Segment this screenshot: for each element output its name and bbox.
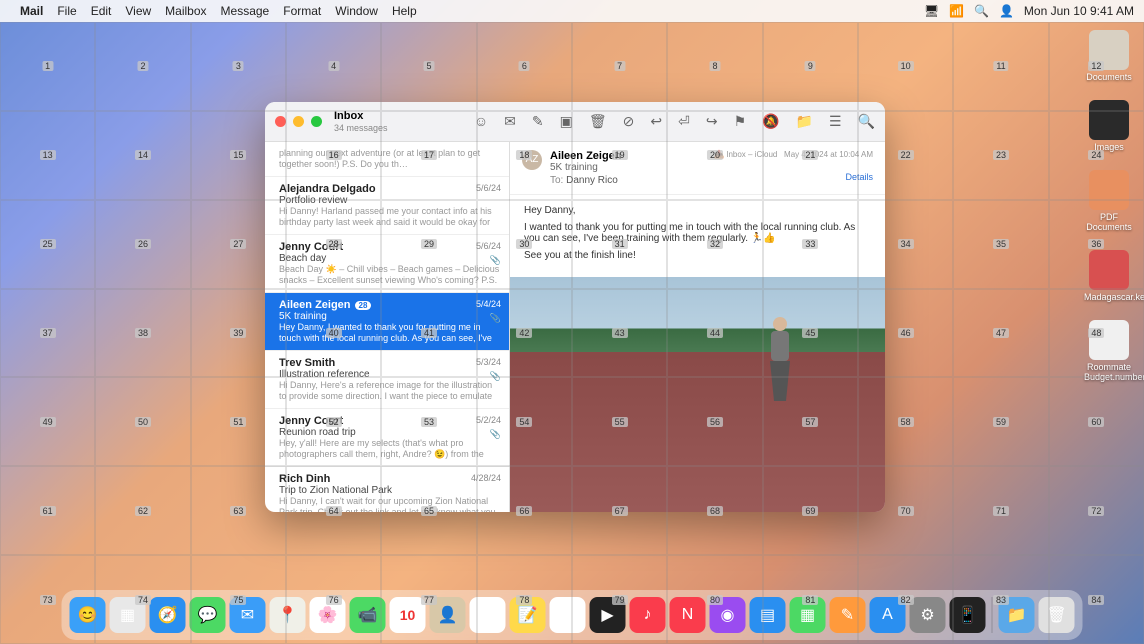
reader-image-attachment[interactable]	[510, 277, 885, 512]
dock-music[interactable]: ♪	[630, 597, 666, 633]
dock-reminders[interactable]: ☰	[470, 597, 506, 633]
menubar-status-icon[interactable]: 👤	[999, 4, 1014, 18]
desktop-item[interactable]: Images	[1084, 100, 1134, 152]
reader-pane: AZ Aileen Zeigen 5K training To: Danny R…	[510, 142, 885, 512]
mute-icon[interactable]: 🔕	[762, 113, 779, 130]
filter-icon[interactable]: ☰	[829, 113, 842, 130]
reader-header: AZ Aileen Zeigen 5K training To: Danny R…	[510, 142, 885, 195]
dock-freeform[interactable]: ✏	[550, 597, 586, 633]
dock-downloads[interactable]: 📁	[999, 597, 1035, 633]
message-row[interactable]: Alejandra Delgado5/6/24Portfolio reviewH…	[265, 177, 509, 235]
dock-news[interactable]: N	[670, 597, 706, 633]
reader-folder: 📥 Inbox – iCloud	[714, 150, 777, 159]
desktop-item[interactable]: Documents	[1084, 30, 1134, 82]
desktop-item[interactable]: Roommate Budget.numbers	[1084, 320, 1134, 382]
message-row[interactable]: Aileen Zeigen285/4/245K trainingHey Dann…	[265, 293, 509, 351]
dock-photos[interactable]: 🌸	[310, 597, 346, 633]
dock-finder[interactable]: 😊	[70, 597, 106, 633]
menubar-status-icon[interactable]: 🖥	[924, 4, 939, 18]
forward-icon[interactable]: ↪	[706, 113, 718, 130]
desktop-icons: Documents Images PDF Documents Madagascar.k…	[1084, 30, 1134, 382]
dock-iphone[interactable]: 📱	[950, 597, 986, 633]
dock-messages[interactable]: 💬	[190, 597, 226, 633]
menubar-status-icon[interactable]: 🔍	[974, 4, 989, 18]
titlebar: Inbox 34 messages ☺ ✉ ✎ ▣ 🗑 ⊘ ↩ ⏎ ↪ ⚑ 🔕 📁 ☰ 🔍	[265, 102, 885, 142]
dock-contacts[interactable]: 👤	[430, 597, 466, 633]
reader-paragraph: I wanted to thank you for putting me in …	[524, 222, 871, 244]
dock-launchpad[interactable]: ▦	[110, 597, 146, 633]
menubar-status-icon[interactable]: 📶	[949, 4, 964, 18]
message-row[interactable]: Jenny Court5/6/24Beach dayBeach Day ☀️ –…	[265, 235, 509, 293]
minimize-button[interactable]	[293, 116, 304, 127]
menu-file[interactable]: File	[57, 4, 76, 18]
menu-help[interactable]: Help	[392, 4, 417, 18]
dock-settings[interactable]: ⚙	[910, 597, 946, 633]
dock-pages[interactable]: ✎	[830, 597, 866, 633]
move-icon[interactable]: 📁	[796, 113, 813, 130]
message-row[interactable]: Jenny Court5/2/24Reunion road tripHey, y…	[265, 409, 509, 467]
app-menu[interactable]: Mail	[20, 4, 43, 18]
reader-paragraph: Hey Danny,	[524, 205, 871, 216]
dock: 😊▦🧭💬✉📍🌸📹10👤☰📝✏▶♪N◉▤▦✎A⚙📱📁🗑	[62, 590, 1083, 640]
reply-all-icon[interactable]: ⏎	[678, 113, 690, 130]
dock-safari[interactable]: 🧭	[150, 597, 186, 633]
reply-icon[interactable]: ↩	[650, 113, 662, 130]
details-link[interactable]: Details	[845, 172, 873, 182]
reader-subject: 5K training	[550, 162, 873, 173]
message-row[interactable]: Rich Dinh4/28/24Trip to Zion National Pa…	[265, 467, 509, 512]
menubar: Mail File Edit View Mailbox Message Format Win…	[0, 0, 1144, 22]
envelope-icon[interactable]: ✉	[504, 113, 516, 130]
desktop-item[interactable]: PDF Documents	[1084, 170, 1134, 232]
archive-icon[interactable]: ▣	[560, 113, 573, 130]
dock-tv[interactable]: ▶	[590, 597, 626, 633]
menu-edit[interactable]: Edit	[91, 4, 112, 18]
dock-podcasts[interactable]: ◉	[710, 597, 746, 633]
dock-appstore[interactable]: A	[870, 597, 906, 633]
dock-calendar[interactable]: 10	[390, 597, 426, 633]
close-button[interactable]	[275, 116, 286, 127]
message-row[interactable]: Trev Smith5/3/24Illustration referenceHi…	[265, 351, 509, 409]
avatar: AZ	[522, 150, 542, 170]
dock-keynote[interactable]: ▤	[750, 597, 786, 633]
toolbar: ☺ ✉ ✎ ▣ 🗑 ⊘ ↩ ⏎ ↪ ⚑ 🔕 📁 ☰ 🔍	[474, 113, 875, 130]
window-subtitle: 34 messages	[334, 122, 388, 134]
compose-icon[interactable]: ✎	[532, 113, 544, 130]
menu-mailbox[interactable]: Mailbox	[165, 4, 206, 18]
menubar-datetime[interactable]: Mon Jun 10 9:41 AM	[1024, 4, 1134, 18]
desktop-item[interactable]: Madagascar.key	[1084, 250, 1134, 302]
window-title: Inbox	[334, 110, 388, 122]
reader-timestamp: May 4, 2024 at 10:04 AM	[784, 150, 873, 159]
flag-icon[interactable]: ⚑	[734, 113, 747, 130]
dock-notes[interactable]: 📝	[510, 597, 546, 633]
mail-window: Inbox 34 messages ☺ ✉ ✎ ▣ 🗑 ⊘ ↩ ⏎ ↪ ⚑ 🔕 📁 ☰ 🔍 plannin…	[265, 102, 885, 512]
menu-message[interactable]: Message	[221, 4, 270, 18]
dock-mail[interactable]: ✉	[230, 597, 266, 633]
menu-format[interactable]: Format	[283, 4, 321, 18]
junk-icon[interactable]: ⊘	[623, 113, 635, 130]
message-list[interactable]: planning our next adventure (or at least…	[265, 142, 510, 512]
reader-paragraph: See you at the finish line!	[524, 250, 871, 261]
trash-icon[interactable]: 🗑	[589, 113, 607, 130]
smiley-icon[interactable]: ☺	[474, 113, 488, 130]
dock-numbers[interactable]: ▦	[790, 597, 826, 633]
traffic-lights	[275, 116, 322, 127]
search-icon[interactable]: 🔍	[858, 113, 875, 130]
dock-maps[interactable]: 📍	[270, 597, 306, 633]
message-row[interactable]: planning our next adventure (or at least…	[265, 142, 509, 177]
reader-to: To: Danny Rico	[550, 175, 873, 186]
menu-view[interactable]: View	[125, 4, 151, 18]
dock-facetime[interactable]: 📹	[350, 597, 386, 633]
zoom-button[interactable]	[311, 116, 322, 127]
dock-trash[interactable]: 🗑	[1039, 597, 1075, 633]
reader-body: Hey Danny, I wanted to thank you for putt…	[510, 195, 885, 277]
menu-window[interactable]: Window	[335, 4, 378, 18]
